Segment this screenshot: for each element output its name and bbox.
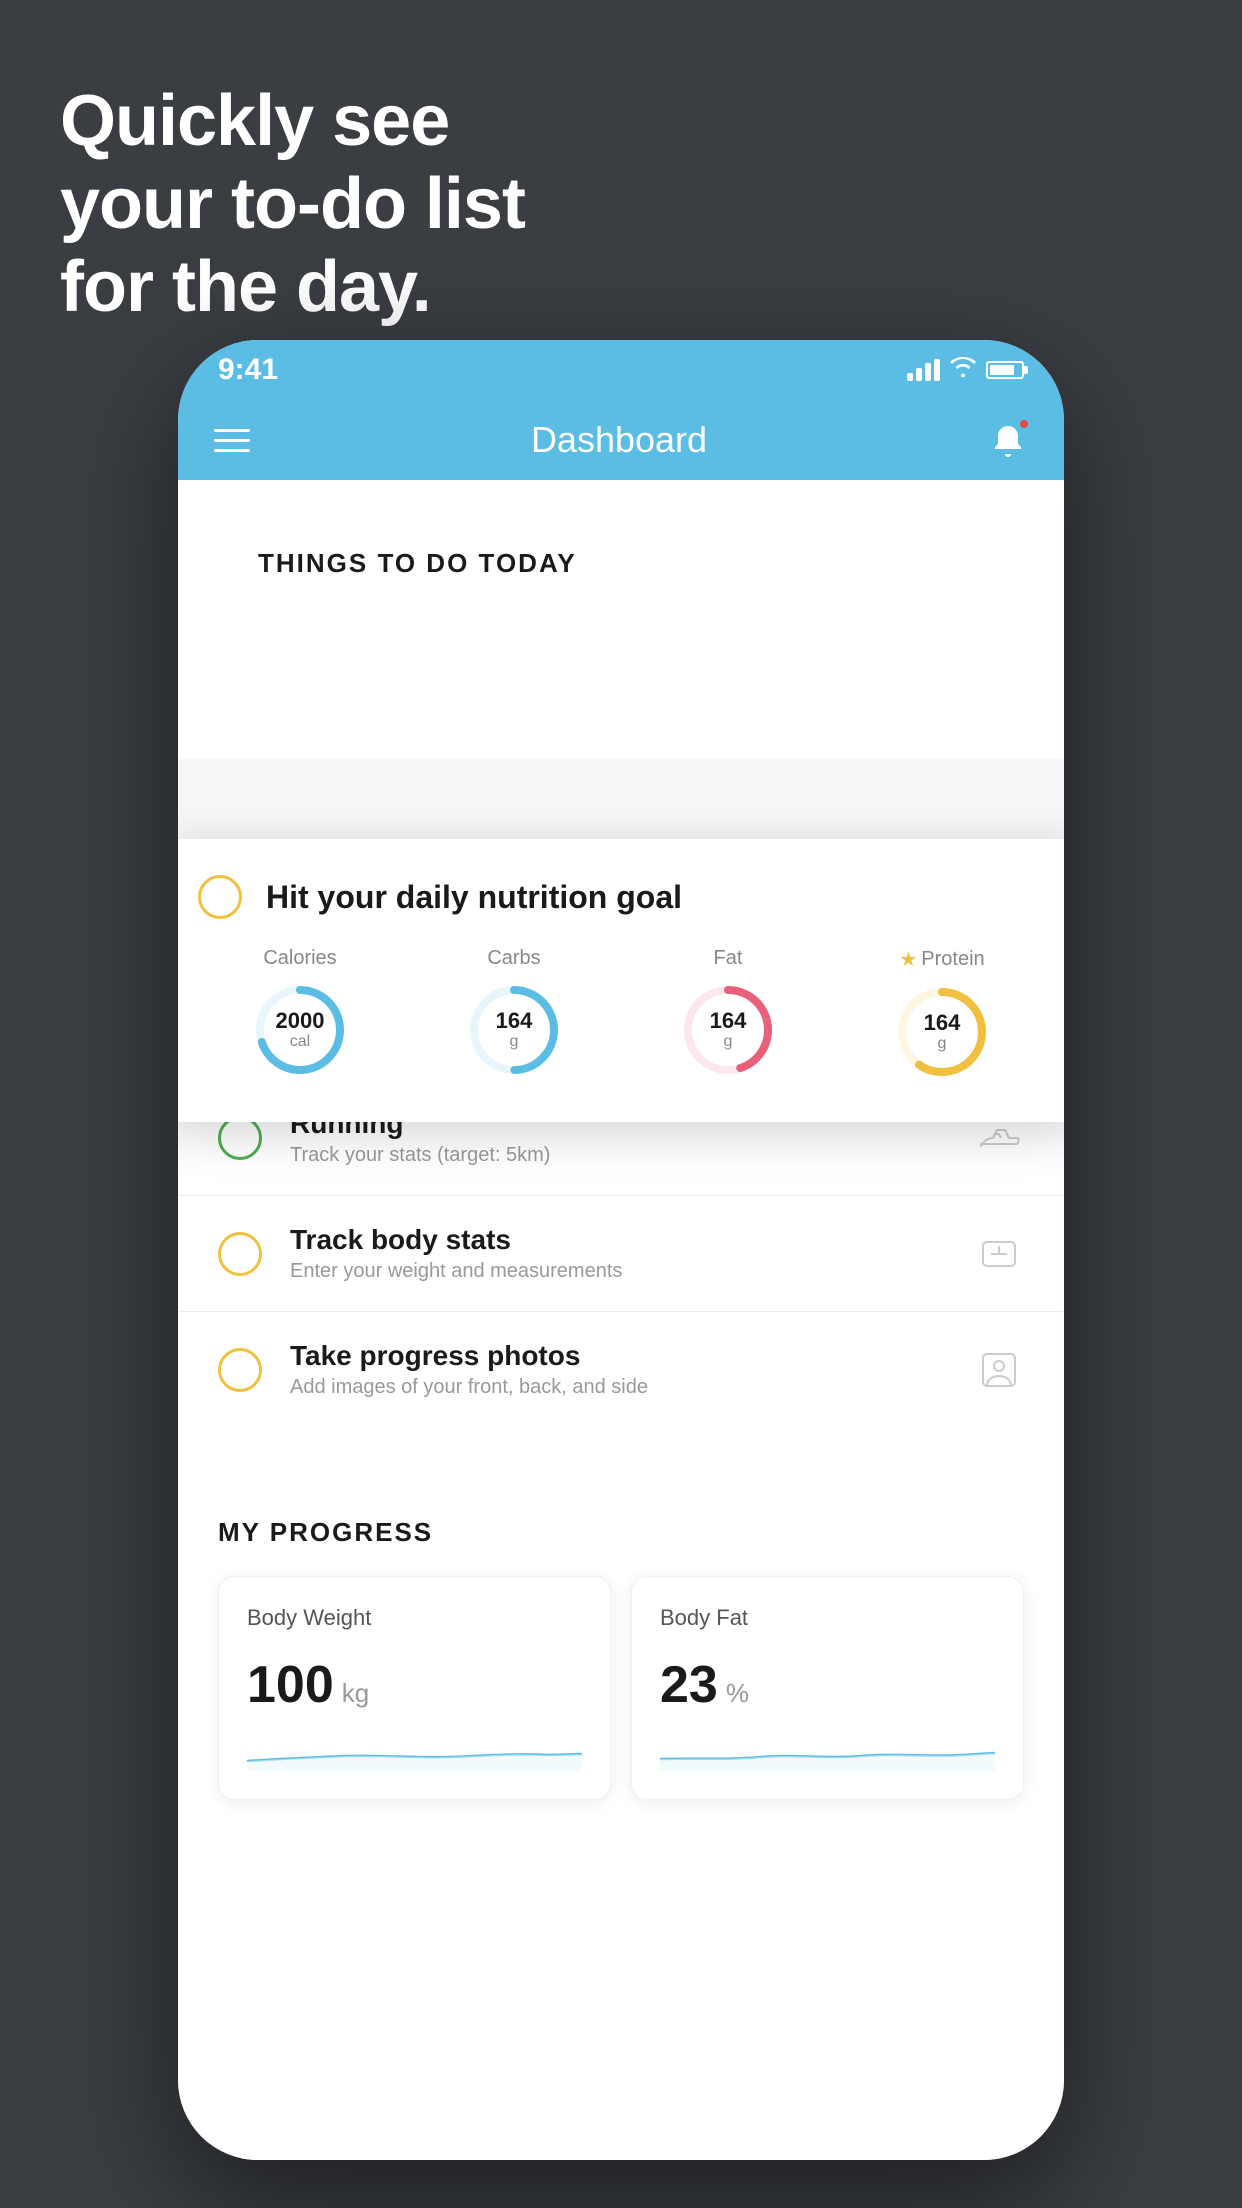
notification-bell-icon[interactable] <box>988 420 1028 460</box>
todo-item-photos[interactable]: Take progress photos Add images of your … <box>178 1311 1064 1427</box>
nutrient-calories: Calories 2000 cal <box>250 947 350 1082</box>
signal-icon <box>907 359 940 381</box>
nutrition-checkbox[interactable] <box>198 875 242 919</box>
calories-unit: cal <box>276 1033 325 1051</box>
body-weight-card[interactable]: Body Weight 100 kg <box>218 1576 611 1800</box>
nav-title: Dashboard <box>531 419 707 461</box>
body-fat-chart <box>660 1731 995 1771</box>
protein-label: ★ Protein <box>899 947 984 972</box>
todo-list: Running Track your stats (target: 5km) <box>178 1079 1064 1427</box>
wifi-icon <box>950 357 976 383</box>
body-fat-value: 23 % <box>660 1655 995 1715</box>
body-stats-sub: Enter your weight and measurements <box>290 1260 946 1283</box>
fat-label: Fat <box>714 947 743 970</box>
phone-shell: 9:41 <box>178 340 1064 2160</box>
headline-line2: your to-do list <box>60 163 525 246</box>
body-fat-card[interactable]: Body Fat 23 % <box>631 1576 1024 1800</box>
section-today-title: THINGS TO DO TODAY <box>218 516 1024 599</box>
running-checkbox[interactable] <box>218 1116 262 1160</box>
star-icon: ★ <box>899 947 917 972</box>
photos-checkbox[interactable] <box>218 1348 262 1392</box>
status-time: 9:41 <box>218 353 278 387</box>
progress-section-title: MY PROGRESS <box>218 1517 1024 1548</box>
carbs-ring: 164 g <box>464 980 564 1080</box>
carbs-label: Carbs <box>487 947 540 970</box>
protein-unit: g <box>924 1035 961 1053</box>
status-bar: 9:41 <box>178 340 1064 400</box>
body-stats-name: Track body stats <box>290 1224 946 1256</box>
headline: Quickly see your to-do list for the day. <box>60 80 525 328</box>
protein-ring: 164 g <box>892 982 992 1082</box>
body-stats-checkbox[interactable] <box>218 1232 262 1276</box>
photos-sub: Add images of your front, back, and side <box>290 1376 946 1399</box>
top-nav: Dashboard <box>178 400 1064 480</box>
carbs-value: 164 <box>496 1009 533 1033</box>
carbs-unit: g <box>496 1033 533 1051</box>
progress-cards: Body Weight 100 kg <box>218 1576 1024 1800</box>
todo-item-body-stats[interactable]: Track body stats Enter your weight and m… <box>178 1195 1064 1311</box>
photos-text: Take progress photos Add images of your … <box>290 1340 946 1399</box>
scale-icon <box>974 1229 1024 1279</box>
calories-value: 2000 <box>276 1009 325 1033</box>
nutrition-card: Hit your daily nutrition goal Calories <box>178 839 1064 1122</box>
protein-value: 164 <box>924 1011 961 1035</box>
phone-body: THINGS TO DO TODAY Hit your daily nutrit… <box>178 480 1064 2160</box>
progress-section: MY PROGRESS Body Weight 100 kg <box>178 1477 1064 1820</box>
nutrient-fat: Fat 164 g <box>678 947 778 1082</box>
body-weight-title: Body Weight <box>247 1605 582 1631</box>
body-fat-unit: % <box>726 1678 749 1709</box>
nutrients-row: Calories 2000 cal <box>198 947 1044 1082</box>
body-weight-chart <box>247 1731 582 1771</box>
headline-line3: for the day. <box>60 246 525 329</box>
headline-line1: Quickly see <box>60 80 525 163</box>
body-stats-text: Track body stats Enter your weight and m… <box>290 1224 946 1283</box>
nutrient-carbs: Carbs 164 g <box>464 947 564 1082</box>
body-weight-unit: kg <box>342 1678 369 1709</box>
nutrient-protein: ★ Protein 164 <box>892 947 992 1082</box>
fat-unit: g <box>710 1033 747 1051</box>
calories-ring: 2000 cal <box>250 980 350 1080</box>
fat-value: 164 <box>710 1009 747 1033</box>
person-icon <box>974 1345 1024 1395</box>
status-icons <box>907 357 1024 383</box>
photos-name: Take progress photos <box>290 1340 946 1372</box>
hamburger-menu[interactable] <box>214 429 250 452</box>
running-sub: Track your stats (target: 5km) <box>290 1144 946 1167</box>
body-weight-value: 100 kg <box>247 1655 582 1715</box>
notification-dot <box>1018 418 1030 430</box>
calories-label: Calories <box>263 947 336 970</box>
fat-ring: 164 g <box>678 980 778 1080</box>
nutrition-card-title: Hit your daily nutrition goal <box>266 879 682 916</box>
battery-icon <box>986 361 1024 379</box>
body-fat-title: Body Fat <box>660 1605 995 1631</box>
today-section: THINGS TO DO TODAY <box>178 480 1064 759</box>
